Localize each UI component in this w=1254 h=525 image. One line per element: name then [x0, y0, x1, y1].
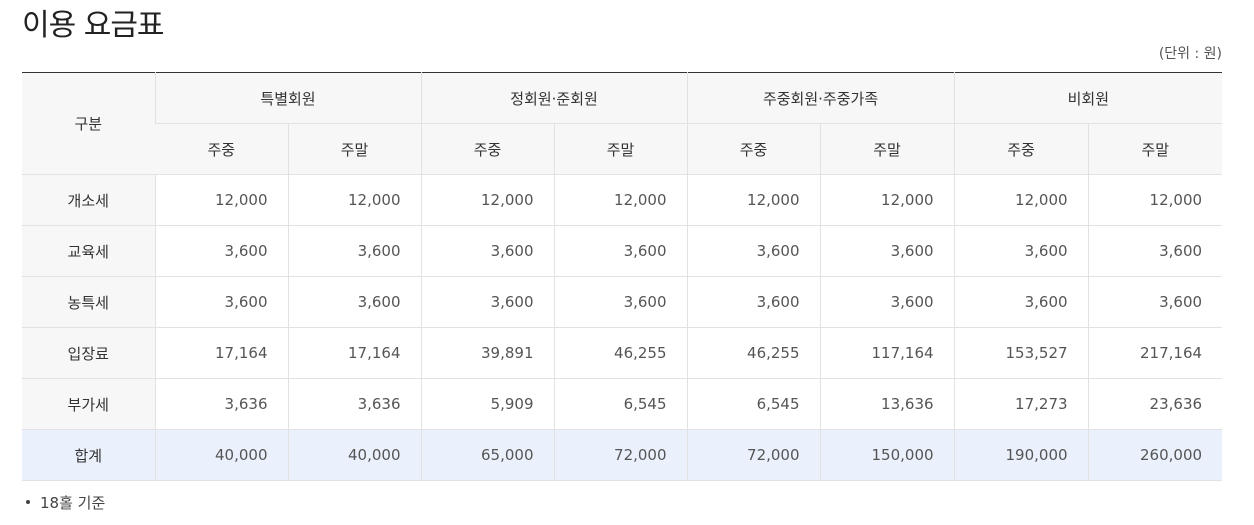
total-cell: 72,000 [686, 429, 821, 481]
table-cell: 3,600 [819, 276, 955, 328]
table-row: 농특세 3,600 3,600 3,600 3,600 3,600 3,600 … [22, 276, 1223, 328]
table-cell: 17,164 [154, 327, 288, 379]
row-label: 개소세 [22, 174, 155, 226]
row-label: 부가세 [22, 378, 155, 430]
table-cell: 117,164 [819, 327, 955, 379]
table-cell: 12,000 [686, 174, 821, 226]
total-cell: 65,000 [420, 429, 555, 481]
table-cell: 12,000 [420, 174, 555, 226]
table-cell: 3,600 [154, 225, 288, 277]
header-row-days: 주중 주말 주중 주말 주중 주말 주중 주말 [22, 123, 1223, 175]
subheader-weekend: 주말 [553, 123, 688, 175]
subheader-weekday: 주중 [953, 123, 1089, 175]
group-header-regular: 정회원·준회원 [420, 72, 688, 124]
table-cell: 3,636 [154, 378, 288, 430]
table-row: 개소세 12,000 12,000 12,000 12,000 12,000 1… [22, 174, 1223, 226]
row-label-total: 합계 [22, 429, 155, 481]
subheader-weekday: 주중 [686, 123, 821, 175]
footnote-text: 18홀 기준 [40, 494, 106, 512]
table-cell: 46,255 [686, 327, 821, 379]
table-cell: 5,909 [420, 378, 555, 430]
row-label: 입장료 [22, 327, 155, 379]
subheader-weekend: 주말 [819, 123, 955, 175]
subheader-weekday: 주중 [155, 123, 288, 175]
table-cell: 12,000 [1087, 174, 1223, 226]
total-cell: 190,000 [953, 429, 1089, 481]
table-cell: 3,600 [953, 276, 1089, 328]
unit-note: (단위 : 원) [1158, 46, 1222, 62]
total-cell: 150,000 [819, 429, 955, 481]
row-label: 농특세 [22, 276, 155, 328]
table-cell: 12,000 [953, 174, 1089, 226]
group-header-special: 특별회원 [154, 72, 422, 124]
table-cell: 153,527 [953, 327, 1089, 379]
table-cell: 3,600 [553, 225, 688, 277]
subheader-weekend: 주말 [287, 123, 422, 175]
table-cell: 39,891 [420, 327, 555, 379]
bullet-icon [26, 499, 30, 504]
table-cell: 3,600 [420, 276, 555, 328]
subheader-weekday: 주중 [420, 123, 555, 175]
table-cell: 3,600 [686, 276, 821, 328]
table-cell: 3,600 [953, 225, 1089, 277]
price-table: 구분 특별회원 정회원·준회원 주중회원·주중가족 비회원 주중 주말 주중 주… [22, 72, 1223, 481]
footnote: 18홀 기준 [26, 492, 105, 514]
table-row: 교육세 3,600 3,600 3,600 3,600 3,600 3,600 … [22, 225, 1223, 277]
table-cell: 3,600 [287, 276, 422, 328]
table-cell: 12,000 [154, 174, 288, 226]
table-cell: 3,600 [287, 225, 422, 277]
total-cell: 260,000 [1087, 429, 1223, 481]
table-cell: 12,000 [287, 174, 422, 226]
row-label: 교육세 [22, 225, 155, 277]
table-cell: 12,000 [553, 174, 688, 226]
table-cell: 3,600 [686, 225, 821, 277]
table-cell: 12,000 [819, 174, 955, 226]
table-cell: 46,255 [553, 327, 688, 379]
table-cell: 3,600 [1087, 225, 1223, 277]
group-header-weekday-member: 주중회원·주중가족 [686, 72, 955, 124]
table-cell: 3,600 [154, 276, 288, 328]
group-header-non-member: 비회원 [953, 72, 1223, 124]
page-title: 이용 요금표 [22, 8, 165, 43]
table-cell: 23,636 [1087, 378, 1223, 430]
total-cell: 72,000 [553, 429, 688, 481]
total-cell: 40,000 [287, 429, 422, 481]
table-row: 부가세 3,636 3,636 5,909 6,545 6,545 13,636… [22, 378, 1223, 430]
table-cell: 3,600 [1087, 276, 1223, 328]
table-row: 입장료 17,164 17,164 39,891 46,255 46,255 1… [22, 327, 1223, 379]
table-cell: 17,273 [953, 378, 1089, 430]
table-cell: 6,545 [553, 378, 688, 430]
subheader-weekend: 주말 [1087, 123, 1223, 175]
table-cell: 13,636 [819, 378, 955, 430]
table-cell: 3,600 [420, 225, 555, 277]
table-cell: 3,600 [819, 225, 955, 277]
table-cell: 3,636 [287, 378, 422, 430]
table-cell: 3,600 [553, 276, 688, 328]
table-cell: 217,164 [1087, 327, 1223, 379]
header-row-groups: 구분 특별회원 정회원·준회원 주중회원·주중가족 비회원 [22, 72, 1223, 175]
total-row: 합계 40,000 40,000 65,000 72,000 72,000 15… [22, 429, 1223, 481]
table-cell: 6,545 [686, 378, 821, 430]
category-header: 구분 [22, 72, 155, 175]
total-cell: 40,000 [154, 429, 288, 481]
table-cell: 17,164 [287, 327, 422, 379]
